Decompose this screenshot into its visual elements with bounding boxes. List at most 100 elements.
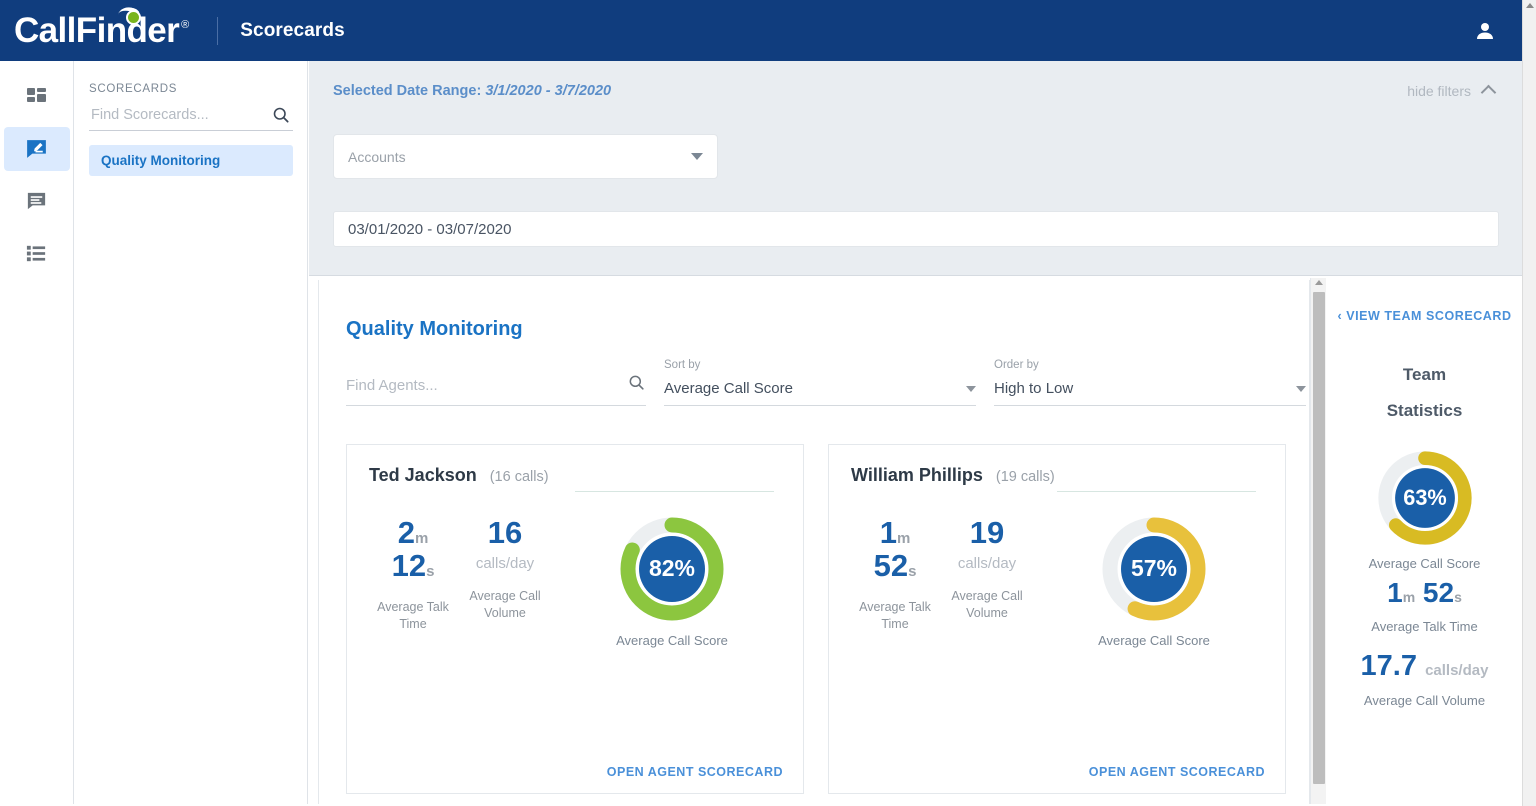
page-scrollbar[interactable] [1522, 0, 1536, 806]
content-scrollbar[interactable] [1310, 278, 1326, 806]
agent-card-body: 1m 52s Average Talk Time 19 calls/day Av… [829, 516, 1285, 648]
talk-time-seconds-unit: s [908, 563, 916, 580]
agent-score-label: Average Call Score [616, 633, 728, 648]
donut-chart-icon: 82% [619, 516, 725, 622]
sidebar-item-label: Quality Monitoring [101, 153, 220, 168]
agent-card[interactable]: William Phillips (19 calls) 1m 52s Avera… [828, 444, 1286, 794]
accounts-select-value: Accounts [348, 149, 691, 165]
call-volume-value: 16 [459, 516, 551, 549]
scorecard-title: Quality Monitoring [346, 318, 1309, 341]
talk-time-seconds-unit: s [426, 563, 434, 580]
agent-score-donut: 82% Average Call Score [561, 516, 783, 648]
search-icon[interactable] [627, 373, 646, 397]
team-score-label: Average Call Score [1327, 556, 1522, 571]
hide-filters-label: hide filters [1407, 83, 1471, 99]
donut-chart-icon: 57% [1101, 516, 1207, 622]
list-view-icon [25, 242, 48, 265]
icon-rail [0, 61, 74, 806]
scorecards-panel-label: SCORECARDS [89, 83, 293, 95]
call-volume-unit: calls/day [941, 555, 1033, 572]
team-talk-time-value: 1m 52s [1327, 577, 1522, 609]
rail-item-dashboard[interactable] [4, 75, 70, 119]
donut-center-value: 82% [649, 555, 695, 581]
selected-date-range: Selected Date Range: 3/1/2020 - 3/7/2020 [333, 83, 611, 99]
scorecards-search-input[interactable] [89, 106, 259, 124]
agent-score-donut: 57% Average Call Score [1043, 516, 1265, 648]
agent-search-field[interactable]: Find Agents... [346, 373, 646, 406]
main-content: Quality Monitoring Find Agents... Sort b… [318, 280, 1310, 806]
team-call-volume-label: Average Call Volume [1327, 693, 1522, 708]
talk-time-minutes-unit: m [897, 530, 910, 547]
user-icon [1473, 19, 1497, 43]
callfinder-logo[interactable]: CallFinder ® [14, 13, 189, 48]
agent-call-volume-stat: 19 calls/day Average Call Volume [941, 516, 1033, 648]
order-by-value: High to Low [994, 380, 1296, 397]
page-title: Scorecards [240, 20, 345, 42]
talk-time-minutes: 1m [849, 516, 941, 549]
sort-by-select[interactable]: Sort by Average Call Score [664, 380, 976, 406]
filter-bar: Selected Date Range: 3/1/2020 - 3/7/2020… [309, 61, 1522, 276]
logo-text: CallFinder [14, 13, 179, 48]
talk-time-label: Average Talk Time [849, 599, 941, 633]
agent-talk-time-stat: 1m 52s Average Talk Time [849, 516, 941, 648]
agent-search-placeholder: Find Agents... [346, 377, 627, 394]
call-volume-label: Average Call Volume [941, 588, 1033, 622]
date-range-input-value: 03/01/2020 - 03/07/2020 [348, 221, 511, 238]
search-icon[interactable] [271, 105, 291, 130]
date-range-input[interactable]: 03/01/2020 - 03/07/2020 [333, 211, 1499, 247]
call-volume-unit: calls/day [1425, 662, 1488, 679]
donut-chart-icon: 63% [1377, 450, 1473, 546]
agent-name: William Phillips [851, 465, 983, 486]
agent-card[interactable]: Ted Jackson (16 calls) 2m 12s Average Ta… [346, 444, 804, 794]
agent-call-count: (19 calls) [996, 469, 1055, 485]
hide-filters-button[interactable]: hide filters [1407, 83, 1494, 99]
talk-time-label: Average Talk Time [367, 599, 459, 633]
talk-time-seconds: 12s [367, 549, 459, 582]
accounts-select[interactable]: Accounts [333, 134, 718, 179]
donut-center-value: 63% [1403, 486, 1446, 511]
caret-down-icon [691, 153, 703, 160]
call-volume-label: Average Call Volume [459, 588, 551, 622]
scorecards-search[interactable] [89, 106, 293, 131]
sort-by-label: Sort by [664, 359, 700, 371]
logo-registered-mark: ® [181, 19, 189, 31]
view-team-scorecard-link[interactable]: ‹ VIEW TEAM SCORECARD [1327, 309, 1522, 323]
rail-item-scorecards[interactable] [4, 127, 70, 171]
caret-down-icon [1296, 386, 1306, 392]
order-by-select[interactable]: Order by High to Low [994, 380, 1306, 406]
rail-item-comments[interactable] [4, 179, 70, 223]
agent-card-header: William Phillips (19 calls) [851, 465, 1285, 486]
team-statistics-title: Team Statistics [1327, 357, 1522, 428]
sort-by-value: Average Call Score [664, 380, 966, 397]
agent-name: Ted Jackson [369, 465, 477, 486]
team-title-line2: Statistics [1327, 393, 1522, 429]
scorecard-edit-icon [24, 137, 49, 162]
rail-item-list[interactable] [4, 231, 70, 275]
agent-call-count: (16 calls) [490, 469, 549, 485]
donut-center-value: 57% [1131, 555, 1177, 581]
agent-card-rule [575, 491, 774, 492]
open-agent-scorecard-button[interactable]: OPEN AGENT SCORECARD [607, 765, 783, 779]
scroll-up-arrow-icon[interactable] [1526, 3, 1534, 8]
open-agent-scorecard-button[interactable]: OPEN AGENT SCORECARD [1089, 765, 1265, 779]
sidebar-item-quality-monitoring[interactable]: Quality Monitoring [89, 145, 293, 176]
agent-call-volume-stat: 16 calls/day Average Call Volume [459, 516, 551, 648]
agent-talk-time-stat: 2m 12s Average Talk Time [367, 516, 459, 648]
talk-time-seconds: 52s [849, 549, 941, 582]
talk-time-minutes-unit: m [415, 530, 428, 547]
selected-date-range-value: 3/1/2020 - 3/7/2020 [485, 83, 611, 99]
team-title-line1: Team [1327, 357, 1522, 393]
agent-card-rule [1057, 491, 1256, 492]
user-account-button[interactable] [1470, 16, 1500, 46]
agent-card-header: Ted Jackson (16 calls) [369, 465, 803, 486]
scrollbar-thumb[interactable] [1313, 292, 1325, 784]
top-bar: CallFinder ® Scorecards [0, 0, 1522, 61]
team-call-volume-value: 17.7 calls/day [1327, 650, 1522, 683]
logo-dot-icon [126, 10, 141, 25]
scroll-up-arrow-icon[interactable] [1315, 280, 1323, 285]
caret-down-icon [966, 386, 976, 392]
call-volume-value: 19 [941, 516, 1033, 549]
team-talk-time-label: Average Talk Time [1327, 619, 1522, 634]
agent-cards: Ted Jackson (16 calls) 2m 12s Average Ta… [346, 444, 1309, 794]
agent-score-label: Average Call Score [1098, 633, 1210, 648]
